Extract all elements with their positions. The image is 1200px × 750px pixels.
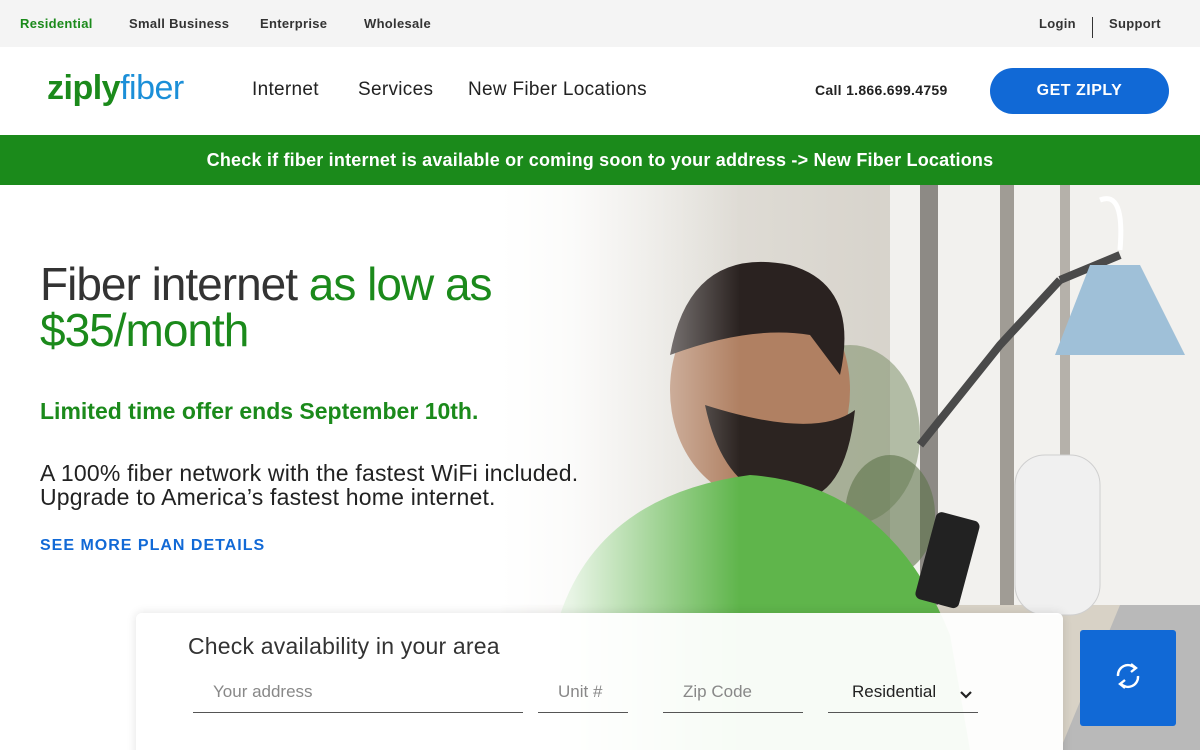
promo-banner[interactable]: Check if fiber internet is available or …	[0, 135, 1200, 185]
unit-input[interactable]: Unit #	[538, 673, 628, 713]
logo-fiber-text: fiber	[120, 69, 184, 107]
utility-bar: Residential Small Business Enterprise Wh…	[0, 0, 1200, 47]
segment-enterprise[interactable]: Enterprise	[260, 16, 327, 31]
check-availability-button[interactable]	[1080, 630, 1176, 726]
headline-price: $35/month	[40, 304, 249, 356]
chevron-down-icon	[960, 685, 972, 705]
customer-type-value: Residential	[852, 682, 937, 701]
availability-title: Check availability in your area	[188, 633, 500, 659]
zip-input[interactable]: Zip Code	[663, 673, 803, 713]
ziply-fiber-logo[interactable]: ziplyfiber	[47, 69, 184, 108]
hero-subcopy: A 100% fiber network with the fastest Wi…	[40, 461, 578, 509]
segment-small-business[interactable]: Small Business	[129, 16, 229, 31]
main-header: ziplyfiber Internet Services New Fiber L…	[0, 47, 1200, 135]
see-more-plan-details-link[interactable]: SEE MORE PLAN DETAILS	[40, 537, 265, 555]
login-link[interactable]: Login	[1039, 16, 1076, 31]
utility-divider	[1092, 17, 1093, 38]
segment-wholesale[interactable]: Wholesale	[364, 16, 431, 31]
availability-card: Check availability in your area Your add…	[136, 613, 1063, 750]
support-link[interactable]: Support	[1109, 16, 1161, 31]
phone-link[interactable]: Call 1.866.699.4759	[815, 82, 948, 98]
headline-dark-text: Fiber internet	[40, 258, 298, 310]
customer-type-select[interactable]: Residential	[828, 673, 978, 713]
nav-services[interactable]: Services	[358, 79, 433, 101]
nav-internet[interactable]: Internet	[252, 79, 319, 101]
segment-residential[interactable]: Residential	[20, 16, 93, 31]
headline-green-text: as low as	[308, 258, 493, 310]
hero-section: Fiber internet as low as $35/month Limit…	[0, 185, 1200, 750]
get-ziply-button[interactable]: GET ZIPLY	[990, 68, 1169, 114]
promo-text: Check if fiber internet is available or …	[206, 149, 994, 170]
offer-text: Limited time offer ends September 10th.	[40, 398, 479, 424]
refresh-icon	[1113, 659, 1143, 698]
subcopy-line-2: Upgrade to America’s fastest home intern…	[40, 484, 496, 510]
logo-ziply-text: ziply	[47, 69, 121, 107]
nav-new-fiber-locations[interactable]: New Fiber Locations	[468, 79, 647, 101]
hero-headline: Fiber internet as low as $35/month	[40, 258, 493, 356]
subcopy-line-1: A 100% fiber network with the fastest Wi…	[40, 460, 579, 486]
address-input[interactable]: Your address	[193, 673, 523, 713]
